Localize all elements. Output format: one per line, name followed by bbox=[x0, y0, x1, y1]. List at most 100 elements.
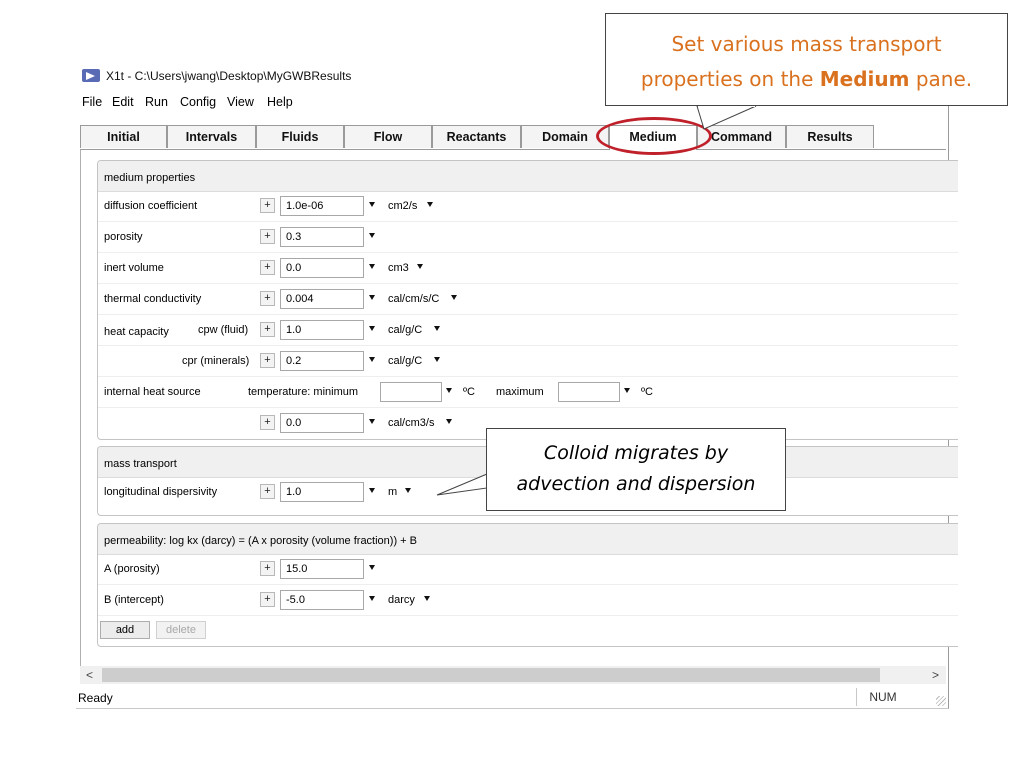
callout-line-2: advection and dispersion bbox=[516, 473, 756, 495]
plus-button[interactable]: + bbox=[260, 484, 275, 499]
dropdown-arrow-icon[interactable] bbox=[369, 488, 375, 493]
permeability-a-input[interactable]: 15.0 bbox=[280, 559, 364, 579]
menu-run[interactable]: Run bbox=[145, 95, 168, 109]
temperature-min-unit: ºC bbox=[463, 386, 475, 398]
menu-config[interactable]: Config bbox=[180, 95, 216, 109]
heat-source-label: internal heat source bbox=[104, 386, 201, 398]
plus-button[interactable]: + bbox=[260, 415, 275, 430]
dropdown-arrow-icon[interactable] bbox=[369, 565, 375, 570]
thermal-row: thermal conductivity + 0.004 cal/cm/s/C bbox=[98, 284, 958, 315]
permeability-b-label: B (intercept) bbox=[104, 594, 164, 606]
heat-source-row: internal heat source temperature: minimu… bbox=[98, 377, 958, 408]
cpw-row: heat capacity cpw (fluid) + 1.0 cal/g/C bbox=[98, 315, 958, 346]
inert-volume-label: inert volume bbox=[104, 262, 164, 274]
tab-results[interactable]: Results bbox=[786, 125, 874, 148]
unit-dropdown-icon[interactable] bbox=[405, 488, 411, 493]
section-header: medium properties bbox=[98, 161, 958, 192]
permeability-buttons-row: add delete bbox=[98, 616, 958, 646]
tab-intervals[interactable]: Intervals bbox=[167, 125, 256, 148]
tab-initial[interactable]: Initial bbox=[80, 125, 167, 148]
dispersivity-unit[interactable]: m bbox=[388, 486, 397, 498]
menu-edit[interactable]: Edit bbox=[112, 95, 134, 109]
section-title: mass transport bbox=[104, 458, 177, 470]
porosity-label: porosity bbox=[104, 231, 143, 243]
scroll-right-icon[interactable]: > bbox=[932, 668, 939, 682]
thermal-input[interactable]: 0.004 bbox=[280, 289, 364, 309]
callout-emphasis: Medium bbox=[819, 67, 910, 91]
dropdown-arrow-icon[interactable] bbox=[369, 233, 375, 238]
delete-button[interactable]: delete bbox=[156, 621, 206, 639]
plus-button[interactable]: + bbox=[260, 198, 275, 213]
permeability-section: permeability: log kx (darcy) = (A x poro… bbox=[97, 523, 958, 647]
temperature-min-label: temperature: minimum bbox=[248, 386, 359, 398]
permeability-a-row: A (porosity) + 15.0 bbox=[98, 554, 958, 585]
diffusion-input[interactable]: 1.0e-06 bbox=[280, 196, 364, 216]
unit-dropdown-icon[interactable] bbox=[434, 326, 440, 331]
heat-source-input[interactable]: 0.0 bbox=[280, 413, 364, 433]
unit-dropdown-icon[interactable] bbox=[434, 357, 440, 362]
section-header: permeability: log kx (darcy) = (A x poro… bbox=[98, 524, 958, 555]
menu-file[interactable]: File bbox=[82, 95, 102, 109]
plus-button[interactable]: + bbox=[260, 260, 275, 275]
status-text: Ready bbox=[78, 691, 113, 705]
tab-flow[interactable]: Flow bbox=[344, 125, 432, 148]
app-window: X1t - C:\Users\jwang\Desktop\MyGWBResult… bbox=[76, 62, 958, 709]
scroll-thumb[interactable] bbox=[102, 668, 880, 682]
menu-help[interactable]: Help bbox=[267, 95, 293, 109]
tab-reactants[interactable]: Reactants bbox=[432, 125, 521, 148]
temperature-max-label: maximum bbox=[496, 386, 544, 398]
dropdown-arrow-icon[interactable] bbox=[369, 596, 375, 601]
thermal-unit[interactable]: cal/cm/s/C bbox=[388, 293, 439, 305]
heat-capacity-label: heat capacity bbox=[104, 326, 169, 338]
callout-line-1: Set various mass transport bbox=[671, 32, 942, 56]
permeability-b-unit[interactable]: darcy bbox=[388, 594, 415, 606]
add-button[interactable]: add bbox=[100, 621, 150, 639]
dispersivity-input[interactable]: 1.0 bbox=[280, 482, 364, 502]
unit-dropdown-icon[interactable] bbox=[451, 295, 457, 300]
cpr-input[interactable]: 0.2 bbox=[280, 351, 364, 371]
cpw-input[interactable]: 1.0 bbox=[280, 320, 364, 340]
plus-button[interactable]: + bbox=[260, 592, 275, 607]
status-bar: Ready NUM bbox=[76, 688, 948, 708]
dropdown-arrow-icon[interactable] bbox=[369, 295, 375, 300]
window-title: X1t - C:\Users\jwang\Desktop\MyGWBResult… bbox=[106, 69, 352, 83]
medium-pane-callout: Set various mass transport properties on… bbox=[605, 13, 1008, 106]
diffusion-row: diffusion coefficient + 1.0e-06 cm2/s bbox=[98, 191, 958, 222]
porosity-row: porosity + 0.3 bbox=[98, 222, 958, 253]
cpw-unit[interactable]: cal/g/C bbox=[388, 324, 422, 336]
tab-fluids[interactable]: Fluids bbox=[256, 125, 344, 148]
plus-button[interactable]: + bbox=[260, 353, 275, 368]
dropdown-arrow-icon[interactable] bbox=[369, 264, 375, 269]
dropdown-arrow-icon[interactable] bbox=[369, 326, 375, 331]
plus-button[interactable]: + bbox=[260, 229, 275, 244]
horizontal-scrollbar[interactable]: < > bbox=[80, 666, 946, 684]
diffusion-label: diffusion coefficient bbox=[104, 200, 198, 212]
unit-dropdown-icon[interactable] bbox=[427, 202, 433, 207]
dropdown-arrow-icon[interactable] bbox=[624, 388, 630, 393]
dropdown-arrow-icon[interactable] bbox=[369, 202, 375, 207]
porosity-input[interactable]: 0.3 bbox=[280, 227, 364, 247]
plus-button[interactable]: + bbox=[260, 291, 275, 306]
resize-grip-icon[interactable] bbox=[936, 696, 946, 706]
cpr-unit[interactable]: cal/g/C bbox=[388, 355, 422, 367]
unit-dropdown-icon[interactable] bbox=[417, 264, 423, 269]
dropdown-arrow-icon[interactable] bbox=[446, 388, 452, 393]
scroll-left-icon[interactable]: < bbox=[86, 668, 93, 682]
dropdown-arrow-icon[interactable] bbox=[369, 419, 375, 424]
temperature-min-input[interactable] bbox=[380, 382, 442, 402]
permeability-b-input[interactable]: -5.0 bbox=[280, 590, 364, 610]
diffusion-unit[interactable]: cm2/s bbox=[388, 200, 417, 212]
heat-source-unit[interactable]: cal/cm3/s bbox=[388, 417, 434, 429]
plus-button[interactable]: + bbox=[260, 322, 275, 337]
unit-dropdown-icon[interactable] bbox=[424, 596, 430, 601]
temperature-max-input[interactable] bbox=[558, 382, 620, 402]
medium-pane: medium properties diffusion coefficient … bbox=[80, 150, 958, 684]
plus-button[interactable]: + bbox=[260, 561, 275, 576]
unit-dropdown-icon[interactable] bbox=[446, 419, 452, 424]
app-arrow-icon bbox=[82, 69, 100, 82]
permeability-a-label: A (porosity) bbox=[104, 563, 160, 575]
inert-volume-unit[interactable]: cm3 bbox=[388, 262, 409, 274]
menu-view[interactable]: View bbox=[227, 95, 254, 109]
inert-volume-input[interactable]: 0.0 bbox=[280, 258, 364, 278]
dropdown-arrow-icon[interactable] bbox=[369, 357, 375, 362]
